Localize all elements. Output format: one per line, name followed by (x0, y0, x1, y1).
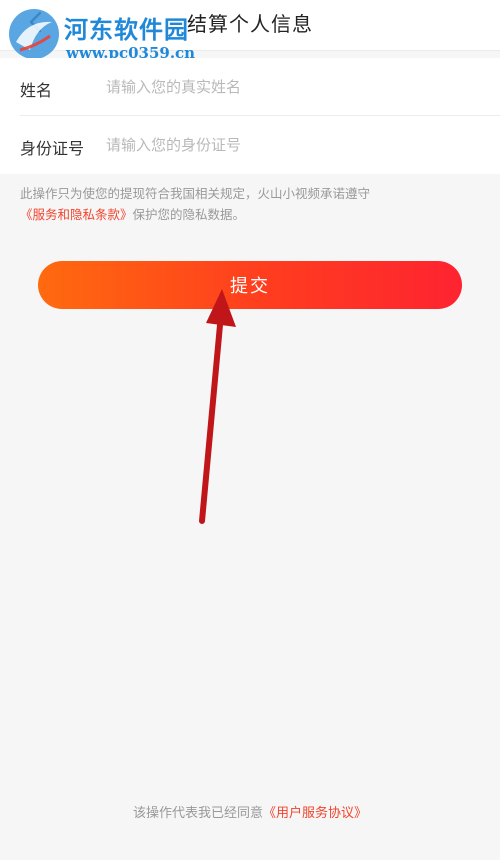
watermark-site-name: 河东软件园 (64, 15, 189, 44)
identity-form: 姓名 身份证号 (0, 58, 500, 174)
privacy-terms-link[interactable]: 《服务和隐私条款》 (20, 207, 133, 222)
id-number-label: 身份证号 (20, 139, 85, 158)
watermark-logo-icon (9, 9, 59, 59)
name-label: 姓名 (20, 81, 53, 100)
submit-button[interactable]: 提交 (38, 261, 462, 309)
footer-agreement: 该操作代表我已经同意《用户服务协议》 (0, 802, 500, 821)
privacy-notice: 此操作只为使您的提现符合我国相关规定，火山小视频承诺遵守《服务和隐私条款》保护您… (20, 183, 482, 225)
annotation-arrow-icon (199, 289, 236, 524)
user-agreement-link[interactable]: 《用户服务协议》 (263, 806, 367, 821)
privacy-notice-text: 此操作只为使您的提现符合我国相关规定，火山小视频承诺遵守 (20, 186, 371, 201)
id-row: 身份证号 (0, 116, 500, 174)
id-number-input[interactable] (106, 130, 476, 160)
privacy-notice-suffix: 保护您的隐私数据。 (132, 207, 246, 222)
name-row: 姓名 (0, 58, 500, 116)
name-input[interactable] (106, 72, 476, 102)
footer-agreement-text: 该操作代表我已经同意 (132, 806, 263, 821)
